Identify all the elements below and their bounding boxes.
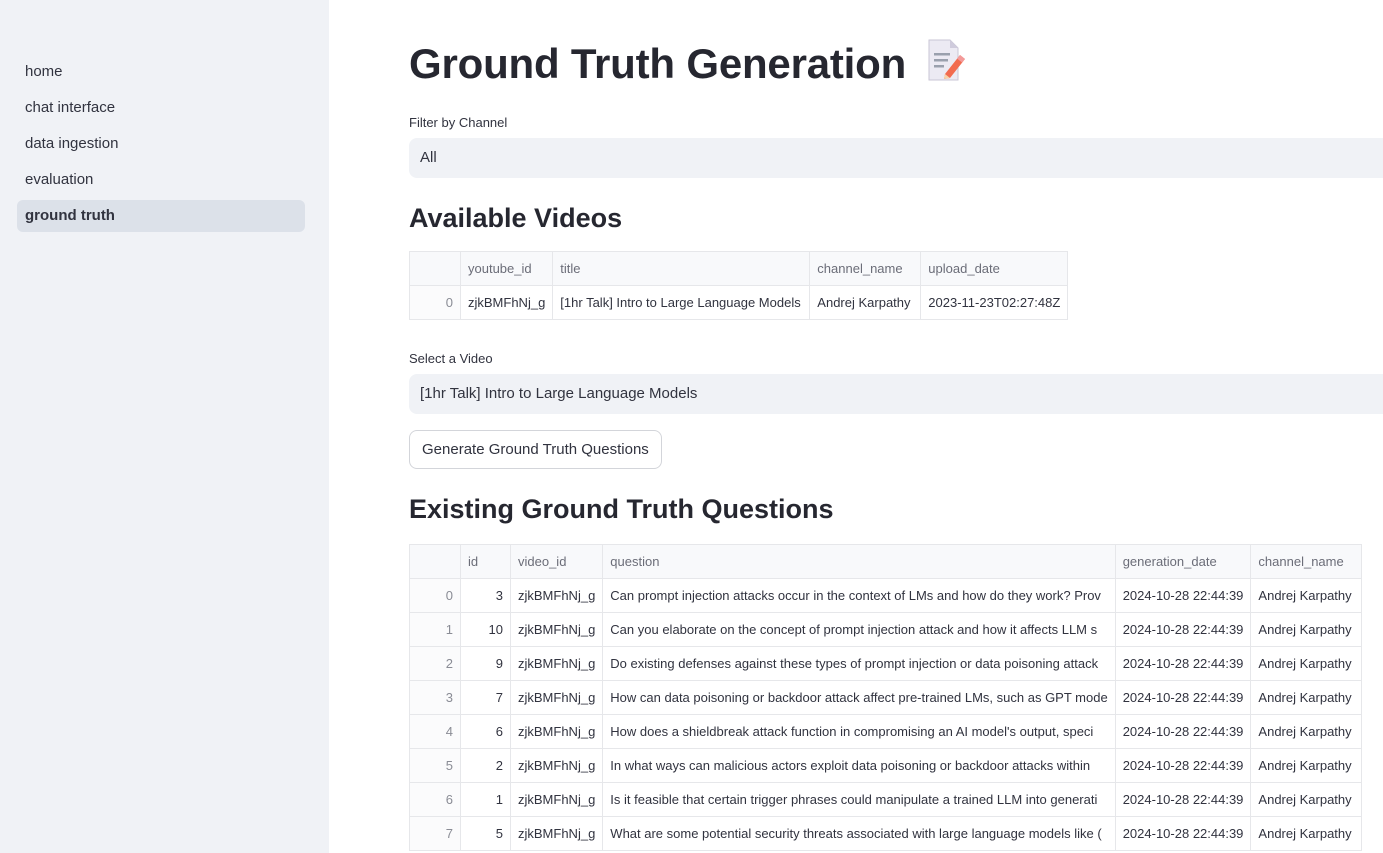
cell-video-id[interactable]: zjkBMFhNj_g (509, 612, 604, 647)
sidebar-nav: home chat interface data ingestion evalu… (17, 56, 305, 236)
sidebar-item-home[interactable]: home (17, 56, 305, 88)
cell-id[interactable]: 3 (460, 578, 511, 613)
memo-pencil-icon (926, 38, 966, 92)
page-title: Ground Truth Generation (409, 38, 966, 92)
table-header-row: id video_id question generation_date cha… (409, 544, 1363, 579)
row-index: 6 (409, 782, 461, 817)
cell-video-id[interactable]: zjkBMFhNj_g (509, 816, 604, 851)
generate-ground-truth-button[interactable]: Generate Ground Truth Questions (409, 430, 662, 469)
cell-title[interactable]: [1hr Talk] Intro to Large Language Model… (552, 285, 811, 320)
table-row: 0 3 zjkBMFhNj_g Can prompt injection att… (409, 578, 1363, 613)
row-index: 3 (409, 680, 461, 715)
column-header-video-id[interactable]: video_id (509, 544, 604, 579)
table-header-row: youtube_id title channel_name upload_dat… (409, 251, 1069, 286)
cell-id[interactable]: 10 (460, 612, 511, 647)
cell-id[interactable]: 2 (460, 748, 511, 783)
page-title-text: Ground Truth Generation (409, 40, 907, 87)
cell-video-id[interactable]: zjkBMFhNj_g (509, 748, 604, 783)
cell-channel-name[interactable]: Andrej Karpathy (1250, 816, 1363, 851)
cell-generation-date[interactable]: 2024-10-28 22:44:39 (1114, 816, 1252, 851)
cell-question[interactable]: How does a shieldbreak attack function i… (602, 714, 1116, 749)
column-header-channel-name[interactable]: channel_name (809, 251, 922, 286)
available-videos-table[interactable]: youtube_id title channel_name upload_dat… (409, 251, 1069, 320)
sidebar-item-evaluation[interactable]: evaluation (17, 164, 305, 196)
cell-question[interactable]: Is it feasible that certain trigger phra… (602, 782, 1116, 817)
main-content: Ground Truth Generation Filter by Channe… (409, 0, 1383, 853)
row-index: 7 (409, 816, 461, 851)
row-index: 2 (409, 646, 461, 681)
cell-channel-name[interactable]: Andrej Karpathy (809, 285, 922, 320)
cell-question[interactable]: How can data poisoning or backdoor attac… (602, 680, 1116, 715)
select-video-label: Select a Video (409, 351, 493, 366)
available-videos-heading: Available Videos (409, 203, 623, 233)
sidebar: home chat interface data ingestion evalu… (0, 0, 329, 853)
column-header-title[interactable]: title (552, 251, 811, 286)
sidebar-item-ground-truth[interactable]: ground truth (17, 200, 305, 232)
cell-generation-date[interactable]: 2024-10-28 22:44:39 (1114, 646, 1252, 681)
row-index: 4 (409, 714, 461, 749)
cell-generation-date[interactable]: 2024-10-28 22:44:39 (1114, 748, 1252, 783)
table-row: 2 9 zjkBMFhNj_g Do existing defenses aga… (409, 646, 1363, 681)
row-index: 5 (409, 748, 461, 783)
cell-id[interactable]: 5 (460, 816, 511, 851)
sidebar-item-chat-interface[interactable]: chat interface (17, 92, 305, 124)
column-header-upload-date[interactable]: upload_date (920, 251, 1069, 286)
filter-channel-select[interactable]: All (409, 138, 1383, 178)
cell-video-id[interactable]: zjkBMFhNj_g (509, 578, 604, 613)
cell-channel-name[interactable]: Andrej Karpathy (1250, 680, 1363, 715)
existing-questions-heading: Existing Ground Truth Questions (409, 494, 834, 524)
cell-question[interactable]: What are some potential security threats… (602, 816, 1116, 851)
column-header-index[interactable] (409, 251, 461, 286)
cell-question[interactable]: In what ways can malicious actors exploi… (602, 748, 1116, 783)
table-row: 5 2 zjkBMFhNj_g In what ways can malicio… (409, 748, 1363, 783)
cell-id[interactable]: 1 (460, 782, 511, 817)
row-index: 1 (409, 612, 461, 647)
cell-video-id[interactable]: zjkBMFhNj_g (509, 714, 604, 749)
cell-question[interactable]: Can prompt injection attacks occur in th… (602, 578, 1116, 613)
sidebar-item-data-ingestion[interactable]: data ingestion (17, 128, 305, 160)
cell-channel-name[interactable]: Andrej Karpathy (1250, 612, 1363, 647)
cell-video-id[interactable]: zjkBMFhNj_g (509, 680, 604, 715)
cell-generation-date[interactable]: 2024-10-28 22:44:39 (1114, 680, 1252, 715)
cell-channel-name[interactable]: Andrej Karpathy (1250, 782, 1363, 817)
cell-question[interactable]: Do existing defenses against these types… (602, 646, 1116, 681)
cell-generation-date[interactable]: 2024-10-28 22:44:39 (1114, 578, 1252, 613)
cell-id[interactable]: 6 (460, 714, 511, 749)
row-index: 0 (409, 578, 461, 613)
table-row: 7 5 zjkBMFhNj_g What are some potential … (409, 816, 1363, 851)
select-video-select[interactable]: [1hr Talk] Intro to Large Language Model… (409, 374, 1383, 414)
cell-video-id[interactable]: zjkBMFhNj_g (509, 646, 604, 681)
cell-generation-date[interactable]: 2024-10-28 22:44:39 (1114, 714, 1252, 749)
column-header-index[interactable] (409, 544, 461, 579)
column-header-id[interactable]: id (460, 544, 511, 579)
table-row: 6 1 zjkBMFhNj_g Is it feasible that cert… (409, 782, 1363, 817)
cell-generation-date[interactable]: 2024-10-28 22:44:39 (1114, 612, 1252, 647)
table-row: 1 10 zjkBMFhNj_g Can you elaborate on th… (409, 612, 1363, 647)
cell-generation-date[interactable]: 2024-10-28 22:44:39 (1114, 782, 1252, 817)
cell-channel-name[interactable]: Andrej Karpathy (1250, 714, 1363, 749)
cell-id[interactable]: 9 (460, 646, 511, 681)
column-header-youtube-id[interactable]: youtube_id (459, 251, 554, 286)
column-header-channel-name[interactable]: channel_name (1250, 544, 1363, 579)
cell-channel-name[interactable]: Andrej Karpathy (1250, 578, 1363, 613)
existing-questions-table[interactable]: id video_id question generation_date cha… (409, 544, 1363, 851)
column-header-question[interactable]: question (602, 544, 1116, 579)
cell-channel-name[interactable]: Andrej Karpathy (1250, 646, 1363, 681)
column-header-generation-date[interactable]: generation_date (1114, 544, 1252, 579)
table-row: 0 zjkBMFhNj_g [1hr Talk] Intro to Large … (409, 285, 1069, 320)
cell-channel-name[interactable]: Andrej Karpathy (1250, 748, 1363, 783)
cell-video-id[interactable]: zjkBMFhNj_g (509, 782, 604, 817)
table-row: 4 6 zjkBMFhNj_g How does a shieldbreak a… (409, 714, 1363, 749)
table-row: 3 7 zjkBMFhNj_g How can data poisoning o… (409, 680, 1363, 715)
cell-question[interactable]: Can you elaborate on the concept of prom… (602, 612, 1116, 647)
cell-upload-date[interactable]: 2023-11-23T02:27:48Z (920, 285, 1069, 320)
row-index: 0 (409, 285, 461, 320)
filter-channel-label: Filter by Channel (409, 115, 508, 130)
cell-youtube-id[interactable]: zjkBMFhNj_g (459, 285, 554, 320)
cell-id[interactable]: 7 (460, 680, 511, 715)
